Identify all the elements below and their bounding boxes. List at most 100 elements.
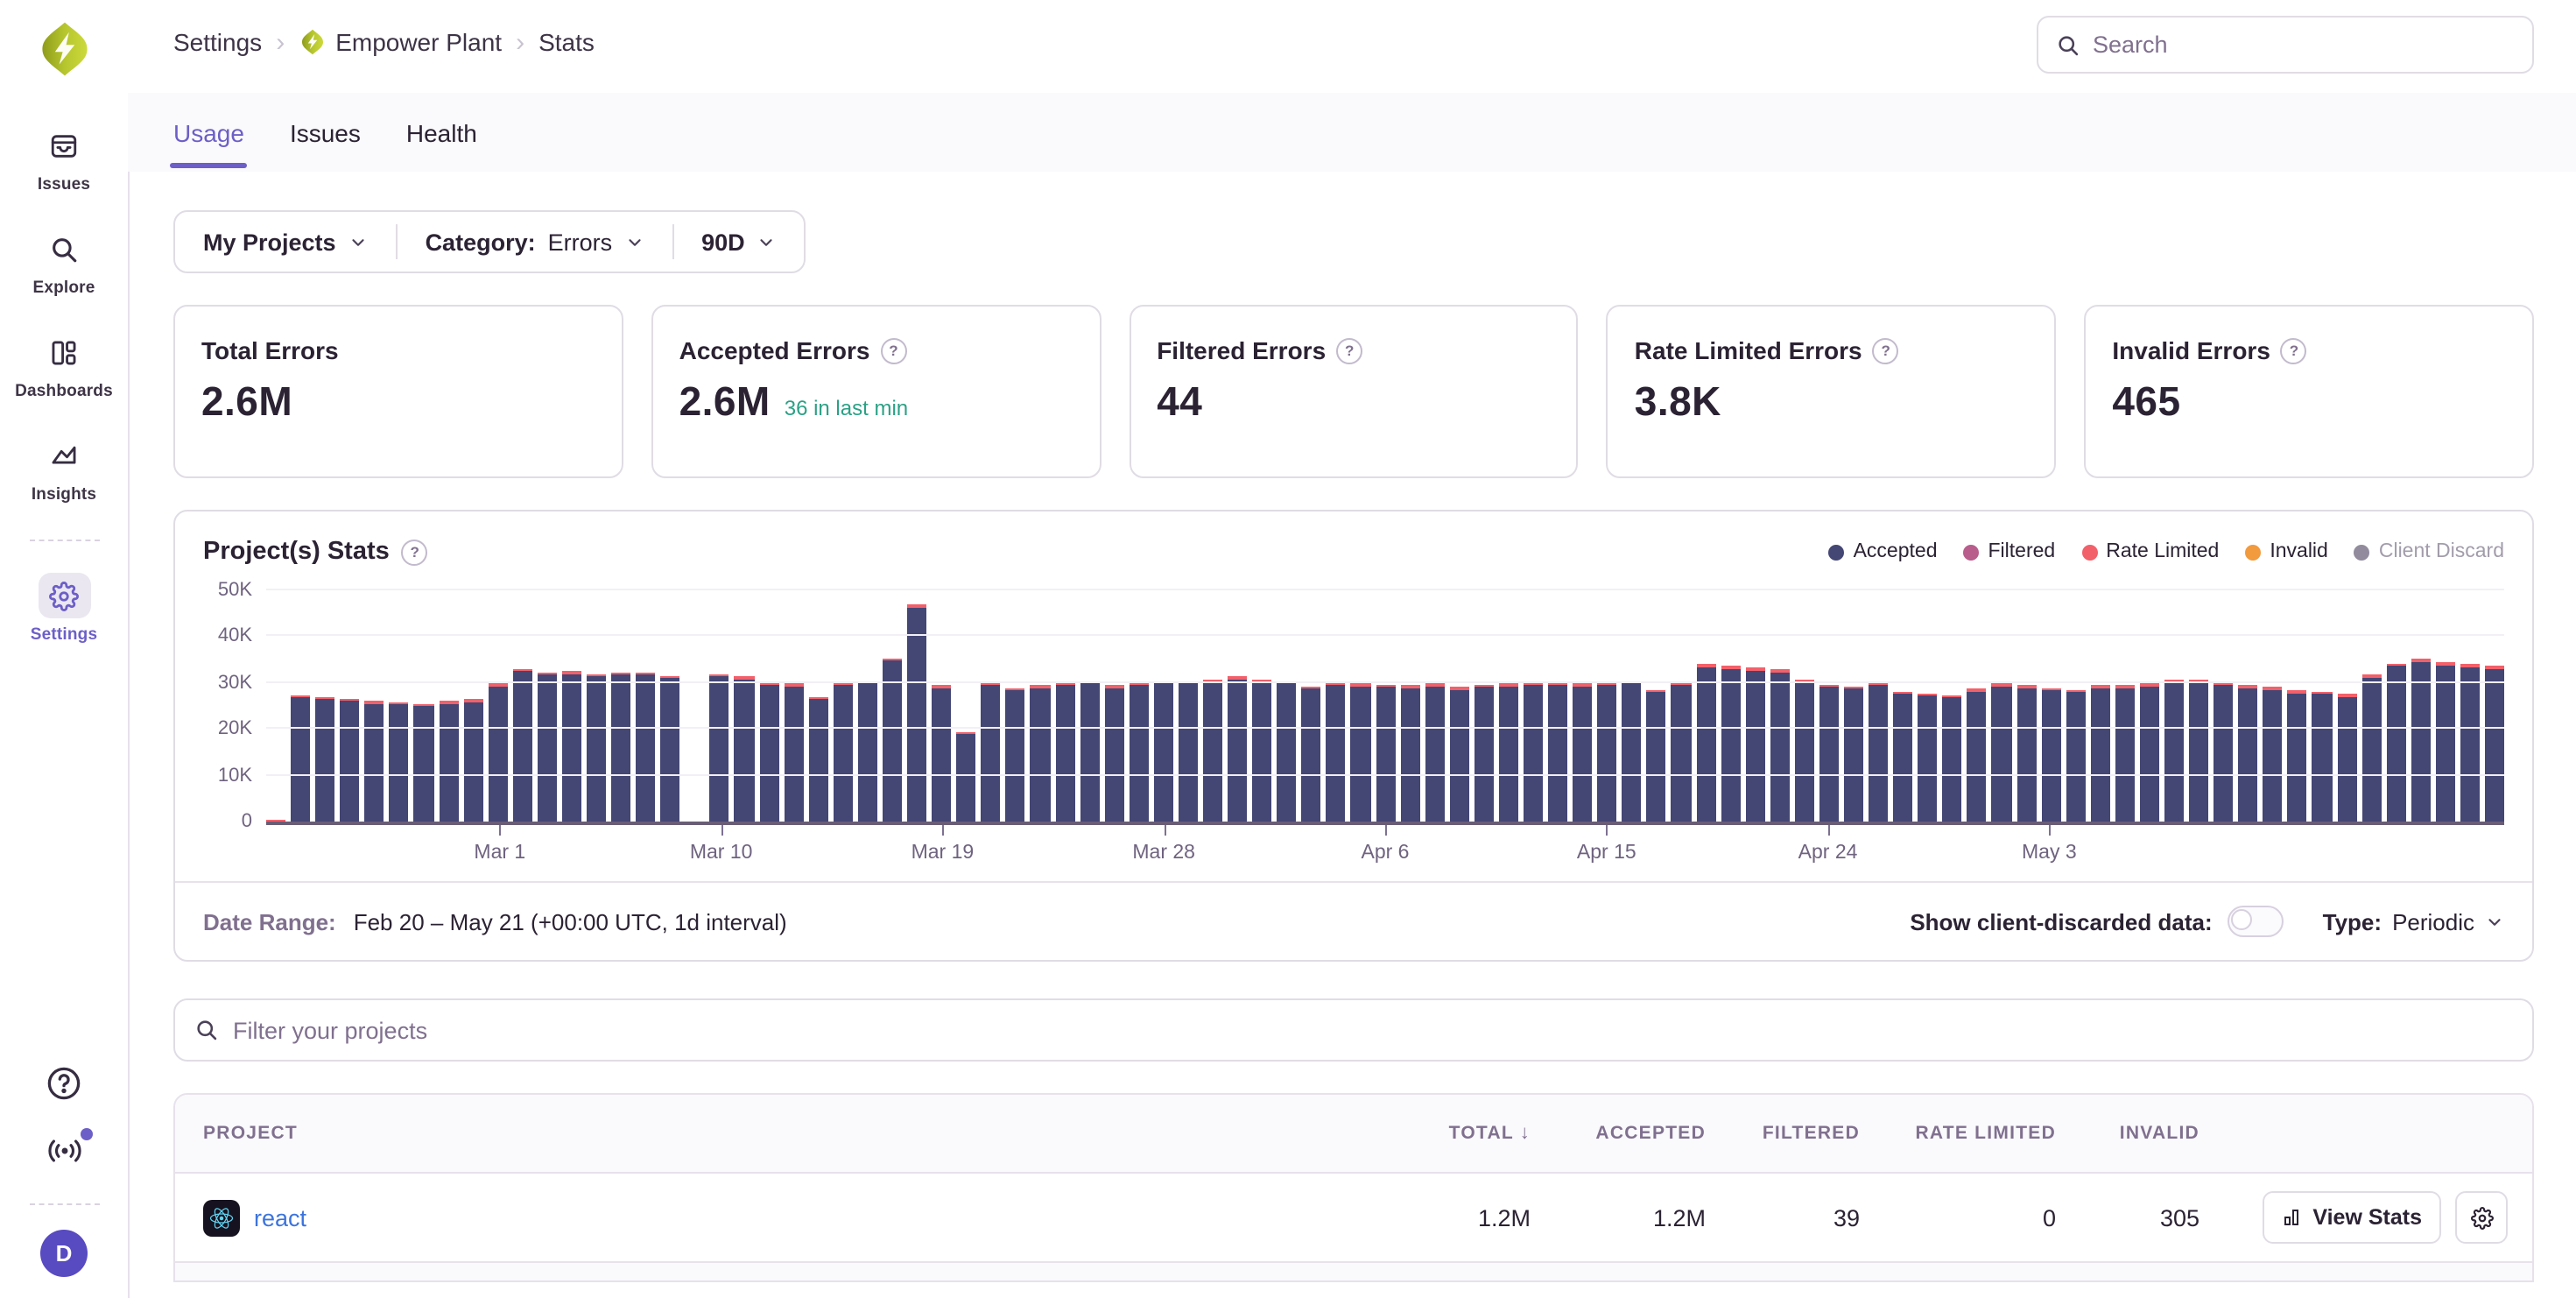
chart-bar[interactable]: [1869, 590, 1888, 822]
sidebar-item-explore[interactable]: Explore: [8, 226, 120, 298]
chart-bar[interactable]: [858, 590, 877, 822]
chart-bar[interactable]: [2140, 590, 2159, 822]
legend-item-invalid[interactable]: Invalid: [2245, 541, 2328, 562]
help-icon[interactable]: [880, 337, 906, 363]
chart-bar[interactable]: [1400, 590, 1419, 822]
chart-bar[interactable]: [1080, 590, 1099, 822]
chart-bar[interactable]: [315, 590, 334, 822]
chart-bar[interactable]: [2091, 590, 2110, 822]
chart-bar[interactable]: [1055, 590, 1074, 822]
chart-bar[interactable]: [2411, 590, 2431, 822]
chart-bar[interactable]: [2214, 590, 2233, 822]
chart-bar[interactable]: [1302, 590, 1321, 822]
column-header-rate-limited[interactable]: RATE LIMITED: [1867, 1123, 2063, 1144]
chart-bar[interactable]: [1425, 590, 1444, 822]
chart-bar[interactable]: [2066, 590, 2085, 822]
chart-bar[interactable]: [1179, 590, 1198, 822]
chart-bar[interactable]: [1943, 590, 1962, 822]
chart-bar[interactable]: [538, 590, 557, 822]
chart-bar[interactable]: [759, 590, 778, 822]
legend-item-rate-limited[interactable]: Rate Limited: [2081, 541, 2219, 562]
chart-bar[interactable]: [365, 590, 384, 822]
chart-bar[interactable]: [1129, 590, 1148, 822]
column-header-project[interactable]: PROJECT: [175, 1123, 1362, 1144]
chart-bar[interactable]: [1672, 590, 1691, 822]
chart-bar[interactable]: [932, 590, 951, 822]
chart-bar[interactable]: [2436, 590, 2455, 822]
project-filter-input[interactable]: Filter your projects: [173, 998, 2534, 1062]
chart-bar[interactable]: [1351, 590, 1370, 822]
chart-bar[interactable]: [710, 590, 729, 822]
chart-bar[interactable]: [2485, 590, 2504, 822]
chart-bar[interactable]: [784, 590, 803, 822]
column-header-filtered[interactable]: FILTERED: [1713, 1123, 1867, 1144]
projects-filter-dropdown[interactable]: My Projects: [175, 212, 396, 272]
chart-bar[interactable]: [1893, 590, 1912, 822]
breadcrumb-stats[interactable]: Stats: [538, 28, 595, 56]
tab-issues[interactable]: Issues: [290, 93, 361, 172]
column-header-invalid[interactable]: INVALID: [2063, 1123, 2206, 1144]
column-header-total[interactable]: TOTAL ↓: [1362, 1123, 1538, 1144]
chart-bar[interactable]: [414, 590, 433, 822]
chart-bar[interactable]: [1524, 590, 1543, 822]
chart-bar[interactable]: [2115, 590, 2135, 822]
chart-bar[interactable]: [1918, 590, 1937, 822]
chart-bar[interactable]: [2263, 590, 2283, 822]
chart-bar[interactable]: [1228, 590, 1247, 822]
chart-bar[interactable]: [2337, 590, 2356, 822]
chart-bar[interactable]: [2460, 590, 2480, 822]
client-discard-toggle[interactable]: [2228, 906, 2284, 937]
chart-bar[interactable]: [686, 590, 705, 822]
global-search-input[interactable]: Search: [2037, 16, 2534, 74]
chart-bar[interactable]: [1203, 590, 1222, 822]
whats-new-icon[interactable]: [45, 1135, 83, 1175]
chart-bar[interactable]: [2239, 590, 2258, 822]
chart-bar[interactable]: [982, 590, 1001, 822]
chart-bar[interactable]: [661, 590, 680, 822]
chart-bar[interactable]: [1031, 590, 1050, 822]
chart-bar[interactable]: [1450, 590, 1469, 822]
chart-bar[interactable]: [1795, 590, 1814, 822]
help-icon[interactable]: [2281, 337, 2307, 363]
chart-bar[interactable]: [488, 590, 507, 822]
chart-bar[interactable]: [1499, 590, 1518, 822]
chart-bar[interactable]: [1573, 590, 1592, 822]
category-filter-dropdown[interactable]: Category: Errors: [398, 212, 672, 272]
project-link[interactable]: react: [254, 1204, 306, 1231]
tab-usage[interactable]: Usage: [173, 93, 244, 172]
chart-bar[interactable]: [439, 590, 458, 822]
column-header-accepted[interactable]: ACCEPTED: [1538, 1123, 1713, 1144]
help-icon[interactable]: [1873, 337, 1899, 363]
chart-bar[interactable]: [611, 590, 630, 822]
chart-bar[interactable]: [883, 590, 902, 822]
chart-bar[interactable]: [2288, 590, 2307, 822]
chart-bar[interactable]: [907, 590, 926, 822]
chart-bar[interactable]: [735, 590, 754, 822]
sentry-logo-icon[interactable]: [29, 14, 99, 84]
chart-bar[interactable]: [291, 590, 310, 822]
legend-item-client-discard[interactable]: Client Discard: [2354, 541, 2504, 562]
sidebar-item-settings[interactable]: Settings: [8, 573, 120, 645]
view-stats-button[interactable]: View Stats: [2262, 1191, 2441, 1244]
chart-bar[interactable]: [1006, 590, 1025, 822]
chart-bar[interactable]: [1548, 590, 1567, 822]
help-icon[interactable]: [1336, 337, 1362, 363]
help-icon[interactable]: [402, 539, 428, 565]
chart-bar[interactable]: [1154, 590, 1173, 822]
chart-bar[interactable]: [1252, 590, 1271, 822]
chart-bar[interactable]: [587, 590, 606, 822]
chart-bar[interactable]: [2312, 590, 2332, 822]
chart-bar[interactable]: [1597, 590, 1616, 822]
chart-bar[interactable]: [1622, 590, 1642, 822]
help-icon[interactable]: [46, 1065, 82, 1111]
chart-bar[interactable]: [2386, 590, 2405, 822]
chart-bar[interactable]: [1745, 590, 1764, 822]
chart-bar[interactable]: [340, 590, 359, 822]
chart-bar[interactable]: [834, 590, 853, 822]
chart-bar[interactable]: [1819, 590, 1839, 822]
chart-bar[interactable]: [2361, 590, 2381, 822]
chart-bar[interactable]: [562, 590, 581, 822]
chart-bar[interactable]: [1277, 590, 1296, 822]
chart-bar[interactable]: [266, 590, 285, 822]
period-filter-dropdown[interactable]: 90D: [673, 212, 805, 272]
